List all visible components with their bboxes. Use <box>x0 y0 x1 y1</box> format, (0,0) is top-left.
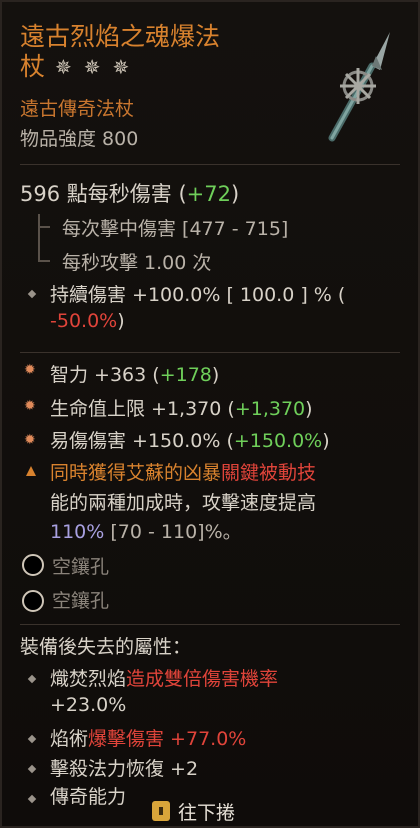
legendary-line2: 能的兩種加成時，攻擊速度提高 <box>50 492 317 514</box>
legendary-keyword: 關鍵被動技 <box>221 462 317 484</box>
item-power: 物品強度 800 <box>20 128 139 150</box>
lost-affixes-header: 裝備後失去的屬性： <box>20 636 192 658</box>
affix-vulnerable-damage: 易傷傷害 +150.0% (+150.0%) <box>50 426 330 453</box>
diamond-bullet-icon <box>27 289 37 299</box>
affix-star-icon: ✹ <box>24 398 36 414</box>
affix-star-icon: ✹ <box>24 432 36 448</box>
legendary-line3: 110% [70 - 110]%。 <box>50 517 242 544</box>
tree-branch <box>38 226 50 228</box>
dps-value: 596 點每秒傷害 <box>20 182 172 206</box>
empty-socket-icon <box>22 554 44 576</box>
divider <box>20 164 400 165</box>
legendary-range: [70 - 110]%。 <box>104 521 242 543</box>
scroll-down-label: 往下捲 <box>178 801 236 824</box>
affix-paren-close: ) <box>322 430 330 452</box>
tree-connector <box>38 214 40 262</box>
socket-label: 空鑲孔 <box>52 590 110 612</box>
damage-per-hit: 每次擊中傷害 [477 - 715] <box>62 218 289 240</box>
item-name: 遠古烈焰之魂爆法 <box>20 22 221 51</box>
lost-affix: 熾焚烈焰造成雙倍傷害機率 <box>50 664 278 691</box>
legendary-text: 同時獲得艾蘇的凶暴 <box>50 462 222 484</box>
affix-max-life: 生命值上限 +1,370 (+1,370) <box>50 394 313 421</box>
lost-affix-name: 焰術 <box>50 728 89 750</box>
affix-delta: +1,370 <box>234 398 306 420</box>
implicit-affix: 持續傷害 +100.0% [ 100.0 ] % ( <box>50 284 346 306</box>
affix-delta: +150.0% <box>233 430 323 452</box>
diamond-bullet-icon <box>27 674 37 684</box>
implicit-paren-close: ) <box>117 310 125 332</box>
affix-delta: +178 <box>159 364 212 386</box>
legendary-aspect-icon <box>26 466 36 476</box>
lost-affix: 擊殺法力恢復 +2 <box>50 758 199 780</box>
affix-label: 易傷傷害 +150.0% ( <box>50 430 234 452</box>
diamond-bullet-icon <box>27 794 37 804</box>
lost-affix-effect: 爆擊傷害 +77.0% <box>88 728 247 750</box>
diamond-bullet-icon <box>27 734 37 744</box>
scroll-down-hint[interactable]: 往下捲 <box>152 794 235 828</box>
legendary-line1: 同時獲得艾蘇的凶暴關鍵被動技 <box>50 458 316 485</box>
lost-affix: 傳奇能力 <box>50 786 127 808</box>
implicit-affix-line2: -50.0%) <box>50 310 125 332</box>
affix-intelligence: 智力 +363 (+178) <box>50 360 219 387</box>
ancestral-stars-icon: ✵✵✵ <box>55 55 142 79</box>
legendary-value: 110% <box>50 521 105 543</box>
affix-star-icon: ✹ <box>24 362 36 378</box>
lost-affix-value: +23.0% <box>50 694 127 716</box>
item-tooltip: 遠古烈焰之魂爆法 杖 ✵✵✵ 遠古傳奇法杖 物品強度 800 596 點每秒傷害… <box>0 0 420 828</box>
scroll-icon <box>152 801 170 821</box>
dps-line: 596 點每秒傷害 (+72) <box>20 178 239 208</box>
lost-affix-effect: 造成雙倍傷害機率 <box>126 668 279 690</box>
socket-label: 空鑲孔 <box>52 556 110 578</box>
affix-label: 智力 +363 ( <box>50 364 160 386</box>
divider <box>20 624 400 625</box>
dps-paren-open: ( <box>178 182 187 206</box>
lost-affix: 焰術爆擊傷害 +77.0% <box>50 724 246 751</box>
diamond-bullet-icon <box>27 764 37 774</box>
staff-image <box>328 32 390 142</box>
item-name-line2: 杖 ✵✵✵ <box>20 52 141 82</box>
affix-label: 生命值上限 +1,370 ( <box>50 398 235 420</box>
dps-paren-close: ) <box>230 182 240 206</box>
tree-branch <box>38 260 50 262</box>
dps-delta: +72 <box>186 182 231 206</box>
lost-affix-name: 熾焚烈焰 <box>50 668 127 690</box>
item-name-tail: 杖 <box>20 52 46 81</box>
affix-paren-close: ) <box>211 364 220 386</box>
empty-socket-icon <box>22 590 44 612</box>
attacks-per-second: 每秒攻擊 1.00 次 <box>62 252 212 274</box>
affix-paren-close: ) <box>305 398 313 420</box>
implicit-delta: -50.0% <box>50 310 118 332</box>
item-rarity: 遠古傳奇法杖 <box>20 98 135 120</box>
divider <box>20 352 400 353</box>
